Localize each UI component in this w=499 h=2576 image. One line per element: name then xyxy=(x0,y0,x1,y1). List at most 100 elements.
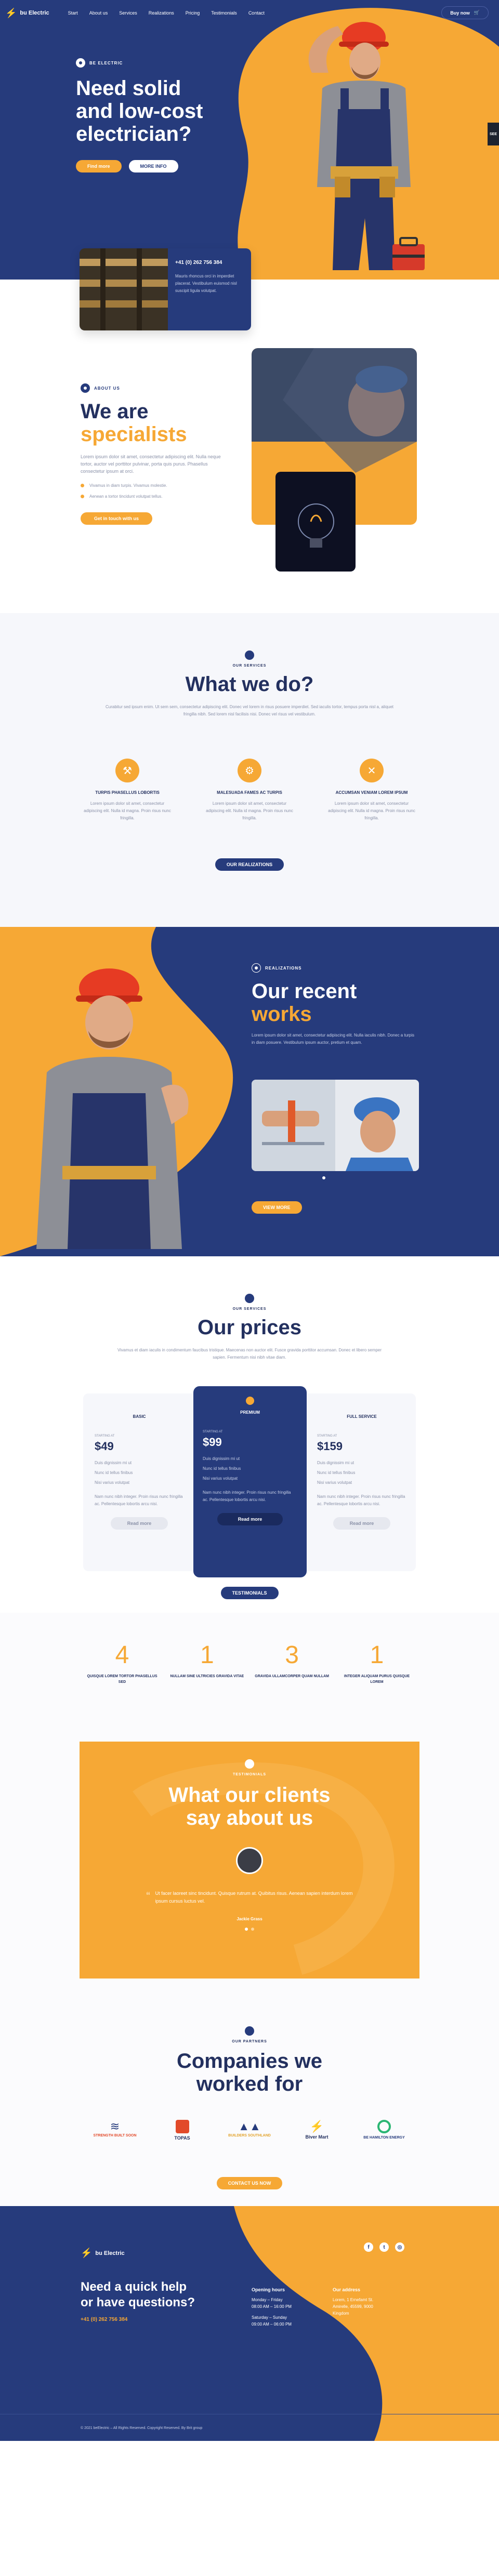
cart-icon: 🛒 xyxy=(474,10,480,15)
nav-item-about[interactable]: About us xyxy=(89,10,108,16)
testimonial-section: TESTIMONIALS What our clients say about … xyxy=(0,1723,499,2026)
slider-dot[interactable] xyxy=(251,1928,254,1931)
partner-logo-icon xyxy=(377,2120,391,2133)
testimonial-eyebrow-icon xyxy=(245,1759,254,1769)
partner-logo[interactable]: BE HAMILTON ENERGY xyxy=(361,2120,408,2140)
find-more-button[interactable]: Find more xyxy=(76,160,122,172)
nav-item-pricing[interactable]: Pricing xyxy=(186,10,200,16)
partner-logo[interactable]: TOPAS xyxy=(159,2120,206,2141)
service-card: ✕ ACCUMSAN VENIAM LOREM IPSUM Lorem ipsu… xyxy=(327,759,416,822)
price-card-basic: BASIC STARTING AT $49 Duis dignissim mi … xyxy=(87,1407,191,1530)
plan-price: $99 xyxy=(203,1436,222,1449)
hours-line: Monday – Friday xyxy=(252,2298,283,2302)
plan-feature: Nisi varius volutpat xyxy=(203,1476,238,1481)
our-realizations-button[interactable]: OUR REALIZATIONS xyxy=(215,858,284,871)
service-text: Lorem ipsum dolor sit amet, consectetur … xyxy=(84,801,171,820)
hero-content: BE ELECTRIC Need solid and low-cost elec… xyxy=(76,58,203,172)
gallery-dot[interactable] xyxy=(322,1176,325,1179)
services-eyebrow-icon xyxy=(245,650,254,660)
plan-feature: Nisi varius volutpat xyxy=(317,1480,352,1485)
footer-phone[interactable]: +41 (0) 262 756 384 xyxy=(81,2317,195,2322)
partner-logo[interactable]: ⚡ Biver Mart xyxy=(294,2120,340,2140)
footer-heading-line2: or have questions? xyxy=(81,2295,195,2309)
instagram-icon[interactable]: ◎ xyxy=(395,2242,404,2252)
nav-item-start[interactable]: Start xyxy=(68,10,78,16)
nav-item-testimonials[interactable]: Testimonials xyxy=(211,10,237,16)
partners-title-line1: Companies we xyxy=(176,2050,323,2073)
hammer-icon: ⚒ xyxy=(115,759,139,782)
about-eyebrow: ABOUT US xyxy=(81,383,226,393)
twitter-icon[interactable]: t xyxy=(379,2242,389,2252)
plan-feature: Duis dignissim mi ut xyxy=(95,1460,132,1465)
hero-title-line2: and low-cost xyxy=(76,100,203,123)
bolt-icon: ⚡ xyxy=(5,7,17,18)
works-gallery xyxy=(252,1080,419,1171)
address-line: Amirelle, 45599, 9000 xyxy=(333,2304,373,2309)
service-text: Lorem ipsum dolor sit amet, consectetur … xyxy=(328,801,415,820)
quote-icon: “ xyxy=(146,1890,150,1903)
footer-logo-text: bu Electric xyxy=(95,2250,125,2256)
plan-feature: Nisi varius volutpat xyxy=(95,1480,130,1485)
partner-logo-text: BE HAMILTON ENERGY xyxy=(363,2136,405,2140)
nav-item-contact[interactable]: Contact xyxy=(248,10,265,16)
stat-label: INTEGER ALIQUAM PURUS QUISQUE LOREM xyxy=(344,1675,410,1684)
work-photo-hands xyxy=(252,1080,335,1171)
partner-logo-text: BUILDERS SOUTHLAND xyxy=(228,2134,271,2137)
works-title-line2: works xyxy=(252,1003,312,1026)
works-eyebrow-label: REALIZATIONS xyxy=(265,965,302,971)
stat-label: NULLAM SINE ULTRICIES GRAVIDA VITAE xyxy=(170,1675,244,1678)
about-bullet: Vivamus in diam turpis. Vivamus molestie… xyxy=(81,483,226,488)
side-tab[interactable]: SEE xyxy=(488,123,499,145)
partner-logo-text: STRENGTH BUILT SOON xyxy=(93,2134,137,2137)
logo-text: bu Electric xyxy=(20,10,49,16)
premium-read-more-button[interactable]: Read more xyxy=(217,1513,283,1525)
plan-from: STARTING AT xyxy=(317,1435,337,1438)
more-info-button[interactable]: MORE INFO xyxy=(128,160,178,172)
works-section: REALIZATIONS Our recent works Lorem ipsu… xyxy=(0,927,499,1256)
view-more-button[interactable]: VIEW MORE xyxy=(252,1201,302,1214)
logo[interactable]: ⚡ bu Electric xyxy=(5,8,49,19)
plan-text: Nam nunc nibh integer. Proin risus nunc … xyxy=(317,1494,405,1506)
plan-name: BASIC xyxy=(133,1414,146,1419)
electrician-photo xyxy=(308,22,425,270)
plan-feature: Nunc id tellus finibus xyxy=(317,1470,356,1475)
hero-title-line1: Need solid xyxy=(76,77,181,100)
get-in-touch-button[interactable]: Get in touch with us xyxy=(81,512,152,525)
basic-read-more-button[interactable]: Read more xyxy=(110,1517,168,1530)
about-bullet-text: Vivamus in diam turpis. Vivamus molestie… xyxy=(89,483,167,488)
buy-now-button[interactable]: Buy now 🛒 xyxy=(441,6,489,19)
premium-star-icon xyxy=(246,1397,254,1405)
hero-title-line3: electrician? xyxy=(76,123,192,145)
prices-title: Our prices xyxy=(197,1316,302,1339)
partner-logo[interactable]: ≋ STRENGTH BUILT SOON xyxy=(91,2120,138,2138)
nav-item-services[interactable]: Services xyxy=(119,10,137,16)
services-list: ⚒ TURPIS PHASELLUS LOBORTIS Lorem ipsum … xyxy=(83,759,416,822)
stat-value: 1 xyxy=(200,1641,214,1669)
full-read-more-button[interactable]: Read more xyxy=(333,1517,391,1530)
prices-header: OUR SERVICES Our prices Vivamus et diam … xyxy=(0,1294,499,1361)
partner-logos: ≋ STRENGTH BUILT SOON TOPAS ▲▲ BUILDERS … xyxy=(91,2120,408,2141)
nav-item-realizations[interactable]: Realizations xyxy=(149,10,174,16)
price-card-full-service: FULL SERVICE STARTING AT $159 Duis digni… xyxy=(310,1407,414,1530)
light-bulb-photo xyxy=(275,472,356,572)
stats-section: 4 QUISQUE LOREM TORTOR PHASELLUS SED 1 N… xyxy=(0,1613,499,1723)
partners-eyebrow-icon xyxy=(245,2026,254,2036)
plan-from: STARTING AT xyxy=(95,1435,115,1438)
services-header: OUR SERVICES What we do? Curabitur sed i… xyxy=(0,650,499,718)
stat-item: 1 NULLAM SINE ULTRICIES GRAVIDA VITAE xyxy=(168,1641,246,1685)
partners-section: OUR PARTNERS Companies we worked for ≋ S… xyxy=(0,2026,499,2206)
about-title-line2: specialists xyxy=(81,423,187,446)
footer-logo[interactable]: ⚡ bu Electric xyxy=(81,2248,195,2259)
partner-logo[interactable]: ▲▲ BUILDERS SOUTHLAND xyxy=(226,2120,273,2138)
services-section: OUR SERVICES What we do? Curabitur sed i… xyxy=(0,613,499,927)
contact-us-now-button[interactable]: CONTACT US NOW xyxy=(216,2177,283,2189)
testimonials-button[interactable]: TESTIMONIALS xyxy=(220,1587,279,1599)
testimonial-card: TESTIMONIALS What our clients say about … xyxy=(80,1742,419,1979)
facebook-icon[interactable]: f xyxy=(364,2242,373,2252)
testimonial-dots xyxy=(80,1928,419,1931)
contact-phone[interactable]: +41 (0) 262 756 384 xyxy=(175,260,244,265)
footer-section: ⚡ bu Electric Need a quick help or have … xyxy=(0,2206,499,2441)
prices-section: OUR SERVICES Our prices Vivamus et diam … xyxy=(0,1256,499,1613)
works-eyebrow: REALIZATIONS xyxy=(252,963,418,973)
slider-dot[interactable] xyxy=(245,1928,248,1931)
